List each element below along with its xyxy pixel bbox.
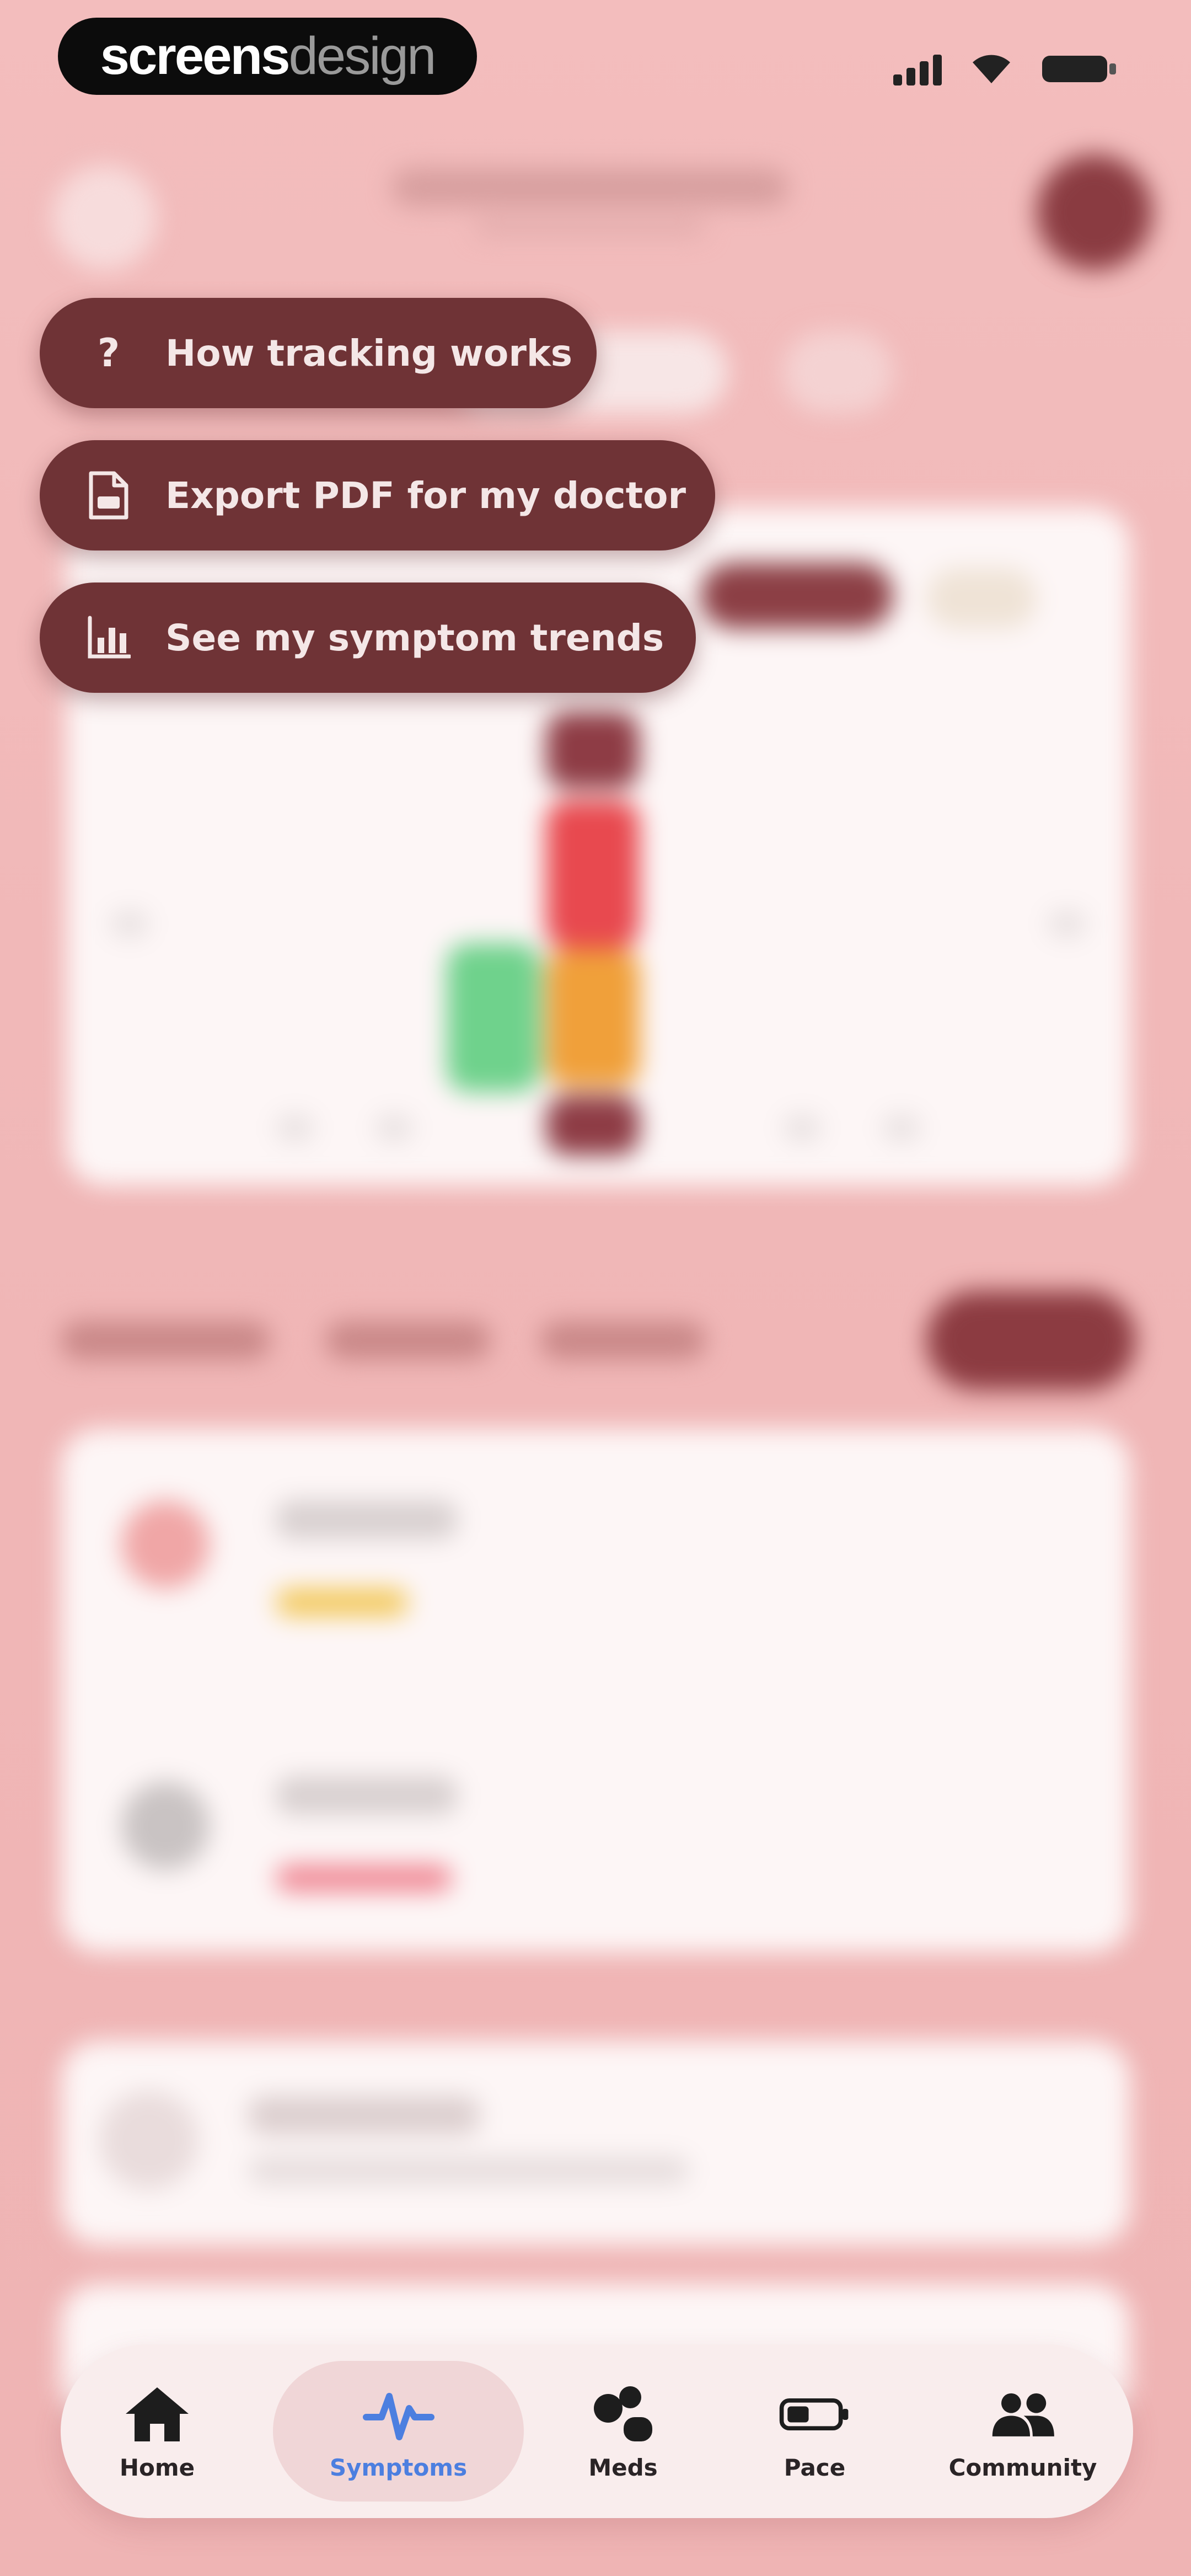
tab-symptoms[interactable]: Symptoms — [273, 2344, 524, 2518]
symptom-severity-bar — [276, 1864, 452, 1892]
section-heading-placeholder — [325, 1321, 491, 1360]
menu-export-pdf[interactable]: Export PDF for my doctor — [40, 440, 715, 551]
tab-label: Pace — [784, 2454, 846, 2481]
page-subtitle-placeholder — [474, 218, 706, 237]
bar-chart-icon — [78, 607, 139, 668]
tab-home[interactable]: Home — [77, 2344, 237, 2518]
symptom-list-card — [61, 1429, 1130, 1953]
cellular-signal-icon — [893, 52, 942, 85]
people-icon — [987, 2381, 1059, 2447]
menu-how-tracking-works[interactable]: ? How tracking works — [40, 298, 597, 408]
app-screen: screens design ? How tracking works Expor… — [0, 0, 1191, 2576]
chart-bar-green — [447, 943, 540, 1092]
menu-item-label: How tracking works — [165, 332, 573, 375]
chart-tick — [375, 1114, 414, 1142]
chart-tick — [783, 1114, 822, 1142]
battery-status-icon — [1042, 56, 1116, 82]
chart-tick — [882, 1114, 921, 1142]
heartbeat-icon — [362, 2381, 434, 2447]
menu-item-label: See my symptom trends — [165, 616, 664, 659]
section-heading-placeholder — [540, 1321, 706, 1360]
tab-label: Symptoms — [329, 2454, 468, 2481]
section-heading-placeholder — [61, 1321, 270, 1360]
chart-bar-red — [546, 800, 640, 949]
pills-icon — [587, 2381, 659, 2447]
segment-option — [783, 331, 893, 414]
symptom-name-placeholder — [276, 1500, 458, 1539]
info-text-placeholder — [248, 2157, 689, 2184]
wifi-icon — [973, 55, 1010, 83]
tab-pace[interactable]: Pace — [720, 2344, 910, 2518]
brand-watermark: screens design — [58, 18, 477, 95]
tab-label: Meds — [588, 2454, 658, 2481]
pdf-document-icon — [78, 465, 139, 526]
add-symptom-button — [926, 1291, 1136, 1390]
chart-bar-orange — [546, 949, 640, 1087]
account-avatar — [1037, 154, 1152, 270]
menu-item-label: Export PDF for my doctor — [165, 474, 686, 517]
question-icon: ? — [97, 330, 120, 376]
chart-range-chip-alt — [926, 568, 1037, 629]
tab-label: Home — [119, 2454, 195, 2481]
system-status-icons — [893, 44, 1125, 94]
bottom-tab-bar: Home Symptoms Meds Pace Community — [61, 2344, 1133, 2518]
menu-symptom-trends[interactable]: See my symptom trends — [40, 582, 696, 693]
chart-bar-maroon-base — [546, 1095, 640, 1156]
info-card — [61, 2041, 1130, 2245]
info-icon — [99, 2091, 198, 2190]
page-title-placeholder — [391, 168, 788, 207]
home-icon — [121, 2381, 193, 2447]
symptom-icon — [121, 1500, 210, 1589]
tab-community[interactable]: Community — [921, 2344, 1125, 2518]
tab-meds[interactable]: Meds — [540, 2344, 706, 2518]
chart-bar-maroon-top — [546, 712, 640, 789]
chart-prev-arrow — [110, 910, 149, 938]
chart-tick — [276, 1114, 314, 1142]
symptom-name-placeholder — [276, 1776, 458, 1815]
brand-text-light: design — [288, 26, 437, 85]
brand-text-bold: screens — [100, 26, 291, 85]
chart-next-arrow — [1048, 910, 1086, 938]
battery-icon — [779, 2381, 851, 2447]
profile-avatar — [52, 165, 157, 270]
tab-label: Community — [948, 2454, 1097, 2481]
symptom-severity-bar — [276, 1589, 408, 1616]
symptom-icon — [121, 1782, 210, 1870]
info-title-placeholder — [248, 2096, 480, 2135]
chart-range-chip — [700, 563, 893, 629]
